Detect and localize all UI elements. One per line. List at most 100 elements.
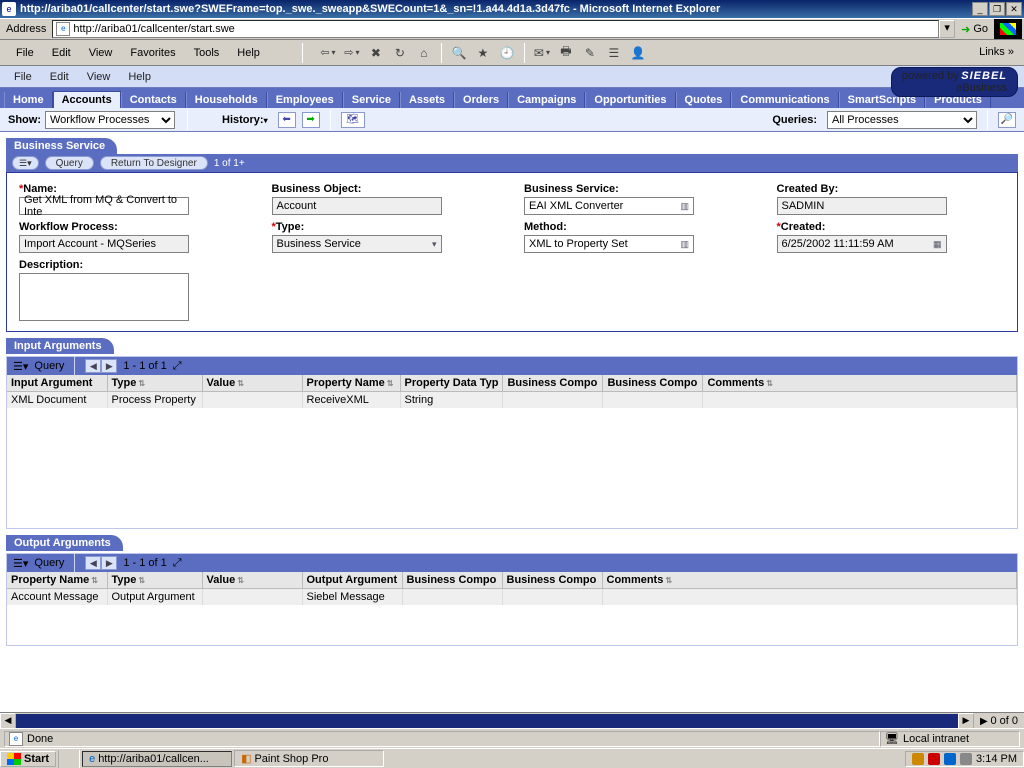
expand-button[interactable]: ⤢ [173,557,182,570]
cell[interactable] [202,392,302,409]
applet-menu-button[interactable]: ☰▾ [12,156,39,170]
related-button[interactable]: 👤 [627,42,649,64]
search-button[interactable]: 🔍 [448,42,470,64]
col-value[interactable]: Value⇅ [202,572,302,589]
cell[interactable] [202,589,302,606]
taskbar-item-ie[interactable]: ehttp://ariba01/callcen... [82,751,232,767]
tray-icon[interactable] [912,753,924,765]
col-property-name[interactable]: Property Name⇅ [302,375,400,392]
sort-icon[interactable]: ⇅ [237,576,244,585]
sort-icon[interactable]: ⇅ [665,576,672,585]
col-comments[interactable]: Comments⇅ [602,572,1017,589]
print-button[interactable]: 🖶 [555,42,577,64]
tab-campaigns[interactable]: Campaigns [508,92,585,108]
tab-quotes[interactable]: Quotes [676,92,732,108]
cell[interactable]: Output Argument [107,589,202,606]
cell[interactable]: XML Document [7,392,107,409]
next-record-button[interactable]: ▶ [101,556,117,570]
sort-icon[interactable]: ⇅ [387,379,394,388]
description-field[interactable] [19,273,189,321]
scroll-track[interactable] [16,714,958,728]
query-assistant-button[interactable]: 🔎 [998,112,1016,128]
sort-icon[interactable]: ⇅ [138,379,145,388]
stop-button[interactable]: ✖ [365,42,387,64]
col-value[interactable]: Value⇅ [202,375,302,392]
siebel-menu-view[interactable]: View [87,71,111,83]
history-forward-button[interactable]: ➡ [302,112,320,128]
business-object-field[interactable]: Account [272,197,442,215]
calendar-icon[interactable]: ▦ [933,239,942,250]
address-input[interactable]: e http://ariba01/callcenter/start.swe [52,20,939,38]
ie-menu-help[interactable]: Help [229,45,268,61]
pick-icon[interactable]: ▥ [680,239,689,250]
tab-households[interactable]: Households [186,92,267,108]
tab-contacts[interactable]: Contacts [121,92,186,108]
quick-launch[interactable] [58,750,80,768]
cell[interactable] [703,392,1017,409]
tab-employees[interactable]: Employees [267,92,343,108]
cell[interactable]: Process Property [107,392,202,409]
next-record-button[interactable]: ▶ [101,359,117,373]
col-business-compo-1[interactable]: Business Compo [503,375,603,392]
back-button[interactable]: ⇦ [317,42,339,64]
col-business-compo-2[interactable]: Business Compo [603,375,703,392]
col-property-name[interactable]: Property Name⇅ [7,572,107,589]
tab-accounts[interactable]: Accounts [53,91,121,108]
cell[interactable]: Siebel Message [302,589,402,606]
forward-button[interactable]: ⇨ [341,42,363,64]
go-button[interactable]: ➜ Go [961,23,988,36]
business-service-field[interactable]: EAI XML Converter▥ [524,197,694,215]
cell[interactable] [603,392,703,409]
col-type[interactable]: Type⇅ [107,572,202,589]
query-button[interactable]: Query [45,156,94,170]
dropdown-icon[interactable]: ▾ [432,239,437,250]
horizontal-scrollbar[interactable]: ◀ ▶ ▶ 0 of 0 [0,712,1024,728]
col-type[interactable]: Type⇅ [107,375,202,392]
close-button[interactable]: ✕ [1006,2,1022,16]
return-designer-button[interactable]: Return To Designer [100,156,208,170]
col-comments[interactable]: Comments⇅ [703,375,1017,392]
sort-icon[interactable]: ⇅ [766,379,773,388]
siebel-menu-edit[interactable]: Edit [50,71,69,83]
tab-service[interactable]: Service [343,92,400,108]
applet-menu-button[interactable]: ☰▾ [13,557,28,570]
cell[interactable] [503,392,603,409]
start-button[interactable]: Start [0,751,56,767]
name-field[interactable]: Get XML from MQ & Convert to Inte [19,197,189,215]
restore-button[interactable]: ❐ [989,2,1005,16]
cell[interactable]: Account Message [7,589,107,606]
col-property-data-type[interactable]: Property Data Typ [400,375,503,392]
queries-dropdown[interactable]: All Processes [827,111,977,129]
ie-menu-edit[interactable]: Edit [44,45,79,61]
tab-opportunities[interactable]: Opportunities [585,92,675,108]
home-button[interactable]: ⌂ [413,42,435,64]
sort-icon[interactable]: ⇅ [91,576,98,585]
col-output-argument[interactable]: Output Argument [302,572,402,589]
links-label[interactable]: Links » [973,44,1020,60]
tab-communications[interactable]: Communications [731,92,838,108]
tab-assets[interactable]: Assets [400,92,454,108]
discuss-button[interactable]: ☰ [603,42,625,64]
table-row[interactable]: Account Message Output Argument Siebel M… [7,589,1017,606]
cell[interactable] [402,589,502,606]
col-business-compo-2[interactable]: Business Compo [502,572,602,589]
refresh-button[interactable]: ↻ [389,42,411,64]
query-button[interactable]: Query [34,557,64,569]
cell[interactable] [502,589,602,606]
table-row[interactable]: XML Document Process Property ReceiveXML… [7,392,1017,409]
cell[interactable]: ReceiveXML [302,392,400,409]
system-tray[interactable]: 3:14 PM [905,751,1024,767]
prev-record-button[interactable]: ◀ [85,359,101,373]
address-dropdown[interactable]: ▾ [939,20,955,38]
scroll-right-button[interactable]: ▶ [958,713,974,729]
ie-menu-view[interactable]: View [81,45,121,61]
created-field[interactable]: 6/25/2002 11:11:59 AM▦ [777,235,947,253]
prev-record-button[interactable]: ◀ [85,556,101,570]
history-back-button[interactable]: ⬅ [278,112,296,128]
pick-icon[interactable]: ▥ [680,201,689,212]
tray-icon[interactable] [944,753,956,765]
scroll-left-button[interactable]: ◀ [0,713,16,729]
ie-menu-file[interactable]: File [8,45,42,61]
ie-menu-favorites[interactable]: Favorites [122,45,183,61]
col-input-argument[interactable]: Input Argument [7,375,107,392]
